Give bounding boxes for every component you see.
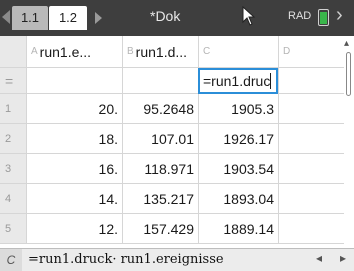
column-letter: C (203, 46, 211, 57)
table-row: 2 18. 107.01 1926.17 (0, 124, 344, 154)
document-title: *Dok (150, 8, 181, 24)
cell-a[interactable]: 20. (26, 94, 122, 123)
column-header-b[interactable]: B run1.d... (122, 36, 198, 67)
entry-scroll-right-icon[interactable]: ▸ (340, 251, 346, 265)
cell-a[interactable]: 12. (26, 214, 122, 243)
column-header-a[interactable]: A run1.e... (26, 36, 122, 67)
row-number[interactable]: 1 (0, 94, 26, 123)
cell-b[interactable]: 135.217 (122, 184, 198, 213)
table-row: 3 16. 118.971 1903.54 (0, 154, 344, 184)
column-name: run1.e... (39, 44, 92, 60)
entry-cell-reference: C (0, 249, 22, 271)
cell-c[interactable]: 1926.17 (198, 124, 278, 153)
cell-c[interactable]: 1903.54 (198, 154, 278, 183)
cell-b[interactable]: 157.429 (122, 214, 198, 243)
formula-cell-a[interactable] (26, 68, 122, 93)
tab-1-1[interactable]: 1.1 (12, 6, 48, 30)
battery-icon (318, 9, 329, 26)
cell-d[interactable] (278, 94, 344, 123)
formula-row: = =run1.druc (0, 68, 344, 94)
top-bar: 1.1 1.2 *Dok RAD › (0, 0, 354, 36)
entry-line: C =run1.druck· run1.ereignisse ◂ ▸ (0, 248, 354, 271)
cell-c[interactable]: 1889.14 (198, 214, 278, 243)
cell-d[interactable] (278, 214, 344, 243)
cell-d[interactable] (278, 184, 344, 213)
formula-cell-text: =run1.druc (203, 73, 271, 89)
scroll-up-arrow-icon[interactable]: ▴ (344, 38, 349, 49)
scrollbar-thumb[interactable] (346, 52, 351, 96)
cell-a[interactable]: 14. (26, 184, 122, 213)
entry-expression[interactable]: =run1.druck· run1.ereignisse (28, 252, 224, 267)
cell-a[interactable]: 16. (26, 154, 122, 183)
chevron-right-icon[interactable] (95, 12, 102, 24)
cell-a[interactable]: 18. (26, 124, 122, 153)
tab-1-2[interactable]: 1.2 (49, 6, 87, 30)
row-number[interactable]: 3 (0, 154, 26, 183)
close-icon[interactable]: › (336, 4, 343, 27)
cell-c[interactable]: 1905.3 (198, 94, 278, 123)
row-number[interactable]: 4 (0, 184, 26, 213)
column-header-c[interactable]: C (198, 36, 278, 67)
mouse-pointer-icon (242, 5, 256, 31)
formula-row-marker: = (0, 68, 26, 93)
cell-b[interactable]: 95.2648 (122, 94, 198, 123)
column-header-d[interactable]: D (278, 36, 344, 67)
entry-scroll-left-icon[interactable]: ◂ (316, 251, 322, 265)
formula-cell-c-editing[interactable]: =run1.druc (198, 68, 278, 94)
row-number[interactable]: 2 (0, 124, 26, 153)
cell-c[interactable]: 1893.04 (198, 184, 278, 213)
formula-cell-b[interactable] (122, 68, 198, 93)
cell-d[interactable] (278, 154, 344, 183)
column-letter: A (31, 46, 38, 57)
column-letter: D (283, 46, 291, 57)
formula-cell-d[interactable] (278, 68, 344, 93)
row-number[interactable]: 5 (0, 214, 26, 243)
cell-b[interactable]: 118.971 (122, 154, 198, 183)
table-row: 4 14. 135.217 1893.04 (0, 184, 344, 214)
cell-d[interactable] (278, 124, 344, 153)
text-caret (270, 73, 272, 89)
chevron-left-icon[interactable] (2, 10, 10, 24)
corner-cell (0, 36, 26, 67)
table-row: 1 20. 95.2648 1905.3 (0, 94, 344, 124)
angle-mode-label: RAD (288, 10, 312, 22)
column-header-row: A run1.e... B run1.d... C D (0, 36, 344, 68)
column-name: run1.d... (135, 44, 188, 60)
cell-b[interactable]: 107.01 (122, 124, 198, 153)
table-row: 5 12. 157.429 1889.14 (0, 214, 344, 244)
column-letter: B (127, 46, 134, 57)
